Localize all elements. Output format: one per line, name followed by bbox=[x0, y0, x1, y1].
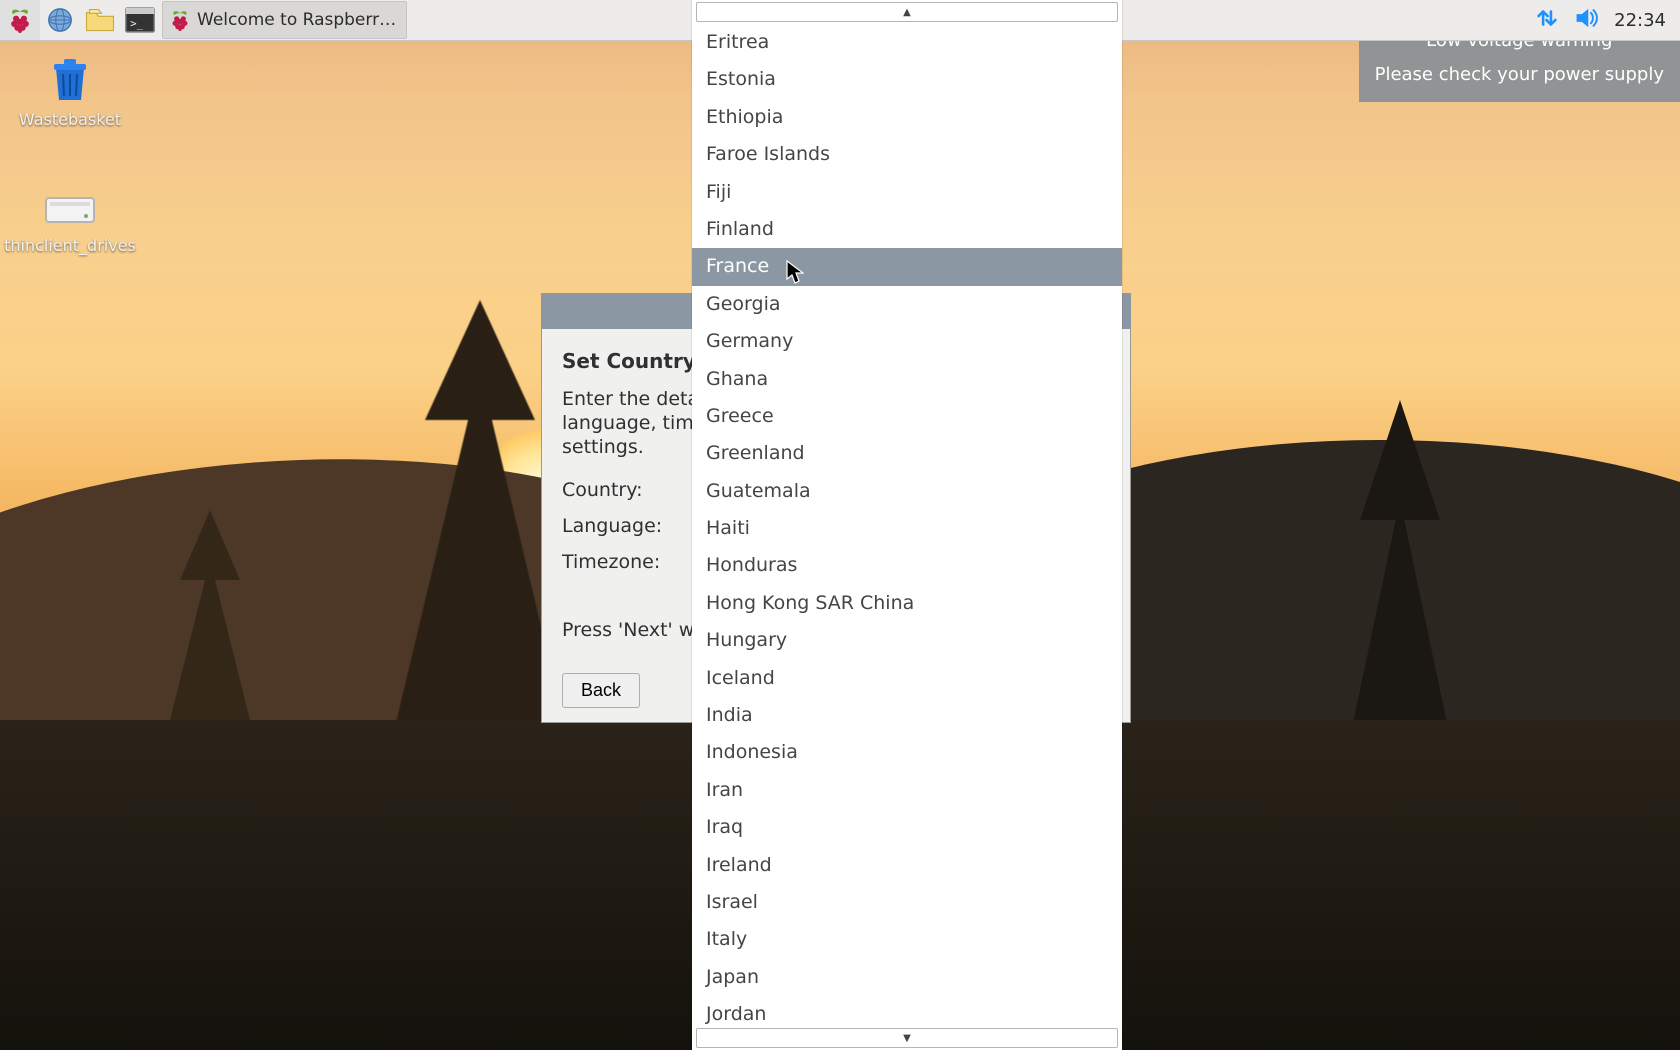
country-dropdown-list[interactable]: EritreaEstoniaEthiopiaFaroe IslandsFijiF… bbox=[692, 24, 1122, 1026]
desktop-icon-label: thinclient_drives bbox=[4, 236, 136, 256]
country-option[interactable]: Japan bbox=[692, 959, 1122, 996]
chevron-down-icon: ▼ bbox=[903, 1033, 911, 1044]
country-option[interactable]: Eritrea bbox=[692, 24, 1122, 61]
country-option[interactable]: Estonia bbox=[692, 61, 1122, 98]
country-option[interactable]: Hong Kong SAR China bbox=[692, 585, 1122, 622]
country-option[interactable]: Iran bbox=[692, 772, 1122, 809]
country-option[interactable]: Germany bbox=[692, 323, 1122, 360]
country-option[interactable]: Indonesia bbox=[692, 734, 1122, 771]
country-option[interactable]: France bbox=[692, 248, 1122, 285]
country-option[interactable]: Ethiopia bbox=[692, 99, 1122, 136]
country-option[interactable]: Ireland bbox=[692, 847, 1122, 884]
chevron-up-icon: ▲ bbox=[903, 7, 911, 18]
terminal-launcher[interactable]: >_ bbox=[120, 0, 160, 40]
country-option[interactable]: Honduras bbox=[692, 547, 1122, 584]
network-updown-icon bbox=[1534, 5, 1560, 31]
country-option[interactable]: Fiji bbox=[692, 174, 1122, 211]
svg-text:>_: >_ bbox=[130, 18, 143, 30]
country-option[interactable]: Greenland bbox=[692, 435, 1122, 472]
dropdown-scroll-up[interactable]: ▲ bbox=[696, 2, 1118, 22]
country-option[interactable]: Georgia bbox=[692, 286, 1122, 323]
task-welcome-to-raspberry[interactable]: Welcome to Raspberr… bbox=[162, 1, 407, 39]
terminal-icon: >_ bbox=[125, 7, 155, 33]
warning-line: Please check your power supply bbox=[1375, 58, 1664, 92]
country-option[interactable]: Jordan bbox=[692, 996, 1122, 1026]
desktop-icon-label: Wastebasket bbox=[19, 110, 121, 130]
country-option[interactable]: Hungary bbox=[692, 622, 1122, 659]
raspberry-icon bbox=[169, 9, 191, 31]
desktop-icon-thinclient-drives[interactable]: thinclient_drives bbox=[0, 190, 140, 256]
country-option[interactable]: Finland bbox=[692, 211, 1122, 248]
country-dropdown-popup: ▲ EritreaEstoniaEthiopiaFaroe IslandsFij… bbox=[692, 0, 1122, 1050]
country-option[interactable]: Guatemala bbox=[692, 473, 1122, 510]
web-browser-launcher[interactable] bbox=[40, 0, 80, 40]
country-option[interactable]: Iceland bbox=[692, 660, 1122, 697]
country-option[interactable]: Italy bbox=[692, 921, 1122, 958]
country-option[interactable]: Israel bbox=[692, 884, 1122, 921]
clock[interactable]: 22:34 bbox=[1614, 10, 1666, 31]
country-option[interactable]: India bbox=[692, 697, 1122, 734]
dropdown-scroll-down[interactable]: ▼ bbox=[696, 1028, 1118, 1048]
back-button[interactable]: Back bbox=[562, 673, 640, 708]
system-tray: 22:34 bbox=[1520, 5, 1680, 36]
country-option[interactable]: Faroe Islands bbox=[692, 136, 1122, 173]
country-option[interactable]: Greece bbox=[692, 398, 1122, 435]
country-option[interactable]: Haiti bbox=[692, 510, 1122, 547]
trash-icon bbox=[46, 56, 94, 104]
desktop-icon-wastebasket[interactable]: Wastebasket bbox=[0, 56, 140, 130]
country-option[interactable]: Iraq bbox=[692, 809, 1122, 846]
menu-button[interactable] bbox=[0, 0, 40, 40]
drive-icon bbox=[44, 190, 96, 230]
speaker-icon bbox=[1574, 5, 1600, 31]
volume-indicator[interactable] bbox=[1574, 5, 1600, 36]
task-item-label: Welcome to Raspberr… bbox=[197, 10, 396, 30]
network-indicator[interactable] bbox=[1534, 5, 1560, 36]
country-option[interactable]: Ghana bbox=[692, 361, 1122, 398]
folder-icon bbox=[85, 8, 115, 32]
file-manager-launcher[interactable] bbox=[80, 0, 120, 40]
globe-icon bbox=[46, 6, 74, 34]
raspberry-icon bbox=[7, 7, 33, 33]
